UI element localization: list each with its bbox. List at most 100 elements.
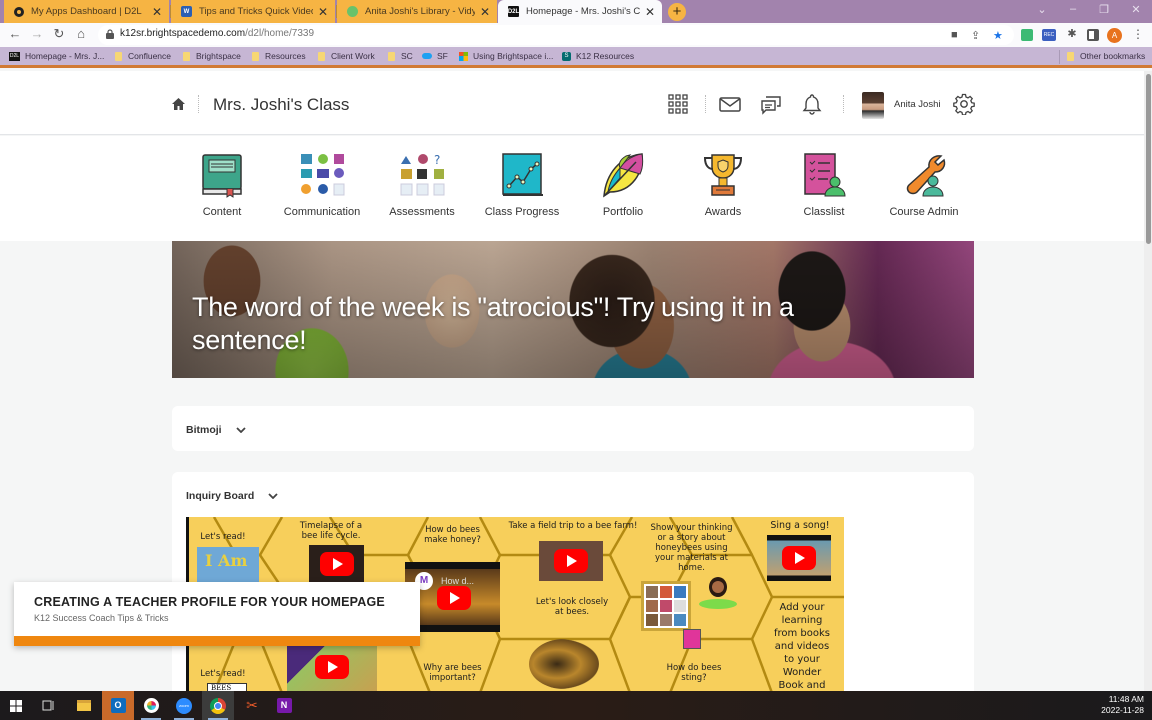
system-clock[interactable]: 11:48 AM 2022-11-28 [1101,694,1144,716]
tab-search-icon[interactable]: ⌄ [1032,3,1052,16]
minimize-button[interactable]: – [1063,3,1083,15]
bookmark-homepage[interactable]: D2L Homepage - Mrs. J... [9,51,104,61]
user-name[interactable]: Anita Joshi [894,99,940,110]
nav-item-assessments[interactable]: ? Assessments [372,152,472,218]
close-window-button[interactable]: ✕ [1126,3,1146,16]
share-icon[interactable]: ⇪ [971,29,980,42]
wonder-book-icon[interactable] [683,629,701,649]
bitmoji-character [699,577,739,622]
taskbar-slack[interactable] [135,691,167,720]
bookmark-k12-resources[interactable]: S K12 Resources [562,51,634,61]
profile-avatar-button[interactable]: A [1107,28,1122,43]
course-selector-grid-icon[interactable] [667,93,689,115]
video-why-bees[interactable] [287,641,377,691]
bookmark-confluence[interactable]: Confluence [115,51,171,61]
bookmark-brightspace[interactable]: Brightspace [183,51,241,61]
course-title[interactable]: Mrs. Joshi's Class [213,95,349,115]
d2l-circle-logo-icon [14,6,24,17]
nav-item-classlist[interactable]: Classlist [774,152,874,218]
extension-green-icon[interactable] [1021,29,1033,41]
reload-button[interactable]: ↻ [50,26,68,42]
nav-item-course-admin[interactable]: Course Admin [874,152,974,218]
close-tab-icon[interactable]: ✕ [644,5,656,19]
nav-item-content[interactable]: Content [172,152,272,218]
extension-rec-icon[interactable]: REC [1042,29,1056,41]
cell-look-closely: Let's look closely at bees. [535,597,609,617]
new-tab-button[interactable]: + [668,3,686,21]
nav-label: Classlist [803,206,845,218]
clock-time: 11:48 AM [1108,694,1144,704]
bookmark-using-brightspace[interactable]: Using Brightspace i... [459,51,553,61]
folder-icon [115,51,122,61]
video-sing[interactable] [767,535,831,581]
bookmark-client-work[interactable]: Client Work [318,51,375,61]
youtube-play-icon[interactable] [320,552,354,576]
book-cover-i-am[interactable]: I Am [197,547,259,587]
side-panel-icon[interactable] [1087,29,1099,41]
header-divider [198,95,199,113]
camera-icon[interactable]: ■ [951,29,958,41]
folder-icon [318,51,325,61]
nav-item-awards[interactable]: Awards [673,152,773,218]
back-button[interactable]: ← [6,26,24,41]
forward-button[interactable]: → [28,26,46,41]
bookmark-label: Client Work [331,51,375,61]
user-avatar[interactable] [862,92,884,119]
taskbar-file-explorer[interactable] [68,691,100,720]
bookmark-star-icon[interactable]: ★ [993,29,1003,42]
bookmark-label: SF [437,51,448,61]
home-icon[interactable] [172,98,185,110]
tab-my-apps-dashboard[interactable]: My Apps Dashboard | D2L ✕ [4,0,169,23]
youtube-play-icon[interactable] [782,546,816,570]
task-view-icon [42,700,53,711]
extensions-puzzle-icon[interactable]: ✱ [1066,27,1078,40]
bookmark-sc[interactable]: SC [388,51,413,61]
task-view-button[interactable] [32,691,64,720]
classlist-icon [804,153,846,197]
youtube-play-icon[interactable] [437,586,471,610]
bookmark-sf[interactable]: SF [422,51,448,61]
other-bookmarks[interactable]: Other bookmarks [1067,51,1145,61]
taskbar-chrome[interactable] [202,691,234,720]
mail-icon[interactable] [719,93,741,115]
d2l-icon: D2L [9,51,20,61]
book-cover-bees[interactable]: BEES [207,683,247,691]
taskbar-snipping-tool[interactable]: ✂ [236,691,268,720]
video-timelapse[interactable] [309,545,364,583]
bookmark-label: Brightspace [196,51,241,61]
youtube-play-icon[interactable] [554,549,588,573]
close-tab-icon[interactable]: ✕ [317,5,329,19]
tab-homepage-active[interactable]: D2L Homepage - Mrs. Joshi's Class ✕ [498,0,662,23]
taskbar-onenote[interactable]: N [268,691,300,720]
taskbar-outlook[interactable]: O [102,691,134,720]
close-tab-icon[interactable]: ✕ [479,5,491,19]
notification-bell-icon[interactable] [801,93,823,115]
chevron-down-icon[interactable] [268,493,278,499]
folder-icon [252,51,259,61]
settings-gear-icon[interactable] [953,93,975,115]
close-tab-icon[interactable]: ✕ [151,5,163,19]
home-button[interactable]: ⌂ [72,26,90,41]
bookmark-resources[interactable]: Resources [252,51,306,61]
browser-menu-icon[interactable]: ⋮ [1132,27,1144,41]
scrollbar-thumb[interactable] [1146,74,1151,244]
video-title-overlay[interactable]: CREATING A TEACHER PROFILE FOR YOUR HOME… [14,582,420,646]
chrome-icon [210,697,226,714]
chevron-down-icon[interactable] [236,427,246,433]
video-field-trip[interactable] [539,541,603,581]
nav-item-portfolio[interactable]: Portfolio [573,152,673,218]
taskbar-zoom[interactable]: zoom [168,691,200,720]
tab-vidyard-library[interactable]: Anita Joshi's Library - Vidyard ✕ [337,0,497,23]
tab-tips-and-tricks[interactable]: W Tips and Tricks Quick Videos.docx ✕ [171,0,335,23]
nav-item-communication[interactable]: Communication [272,152,372,218]
chat-icon[interactable] [760,93,782,115]
address-bar[interactable]: k12sr.brightspacedemo.com/d2l/home/7339 … [98,25,1014,45]
restore-button[interactable]: ❐ [1094,3,1114,16]
cell-timelapse: Timelapse of a bee life cycle. [299,521,363,541]
start-button[interactable] [0,691,32,720]
book-title: BEES [211,684,232,691]
tab-title: My Apps Dashboard | D2L [31,6,142,17]
youtube-play-icon[interactable] [315,655,349,679]
nav-item-class-progress[interactable]: Class Progress [472,152,572,218]
nav-label: Course Admin [889,206,959,218]
